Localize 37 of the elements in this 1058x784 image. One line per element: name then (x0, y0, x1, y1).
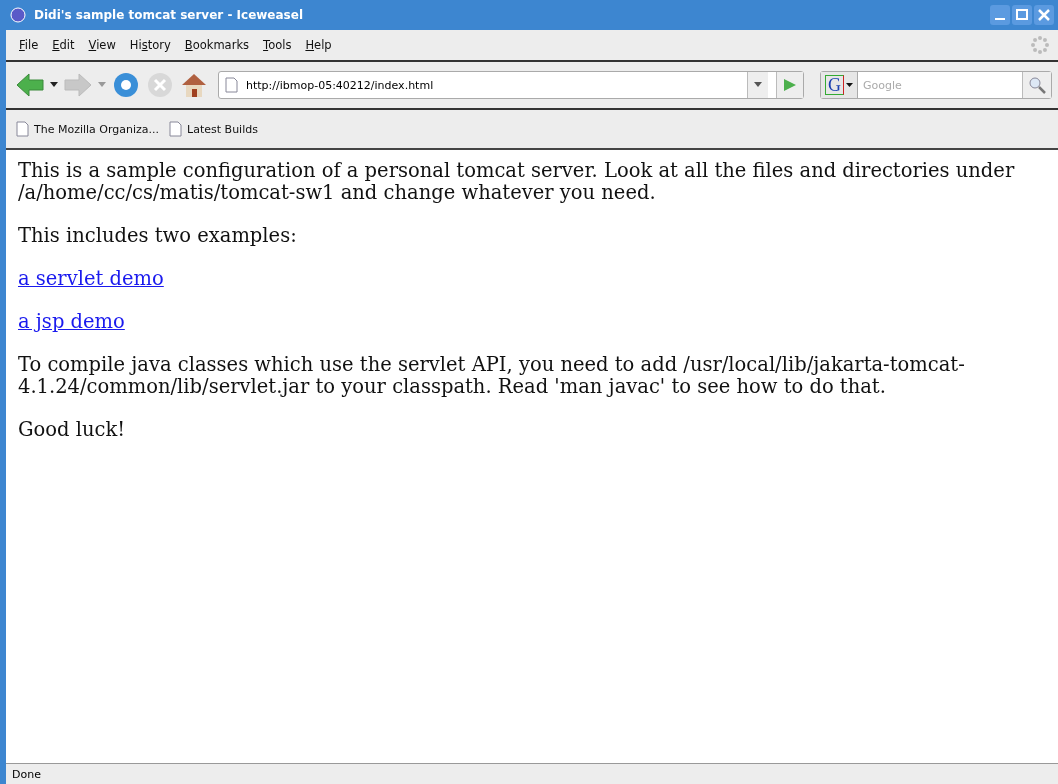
play-icon[interactable] (783, 78, 797, 92)
globe-icon (10, 7, 26, 23)
window-title: Didi's sample tomcat server - Iceweasel (34, 8, 304, 22)
page-icon (169, 121, 183, 137)
maximize-icon[interactable] (1012, 5, 1032, 25)
bookmark-item[interactable]: Latest Builds (187, 122, 258, 136)
throbber-icon (1030, 35, 1050, 55)
paragraph: This is a sample configuration of a personal tomcat server. Look at all the files and directories under /a/home/cc/cs/matis/tomcat-sw1 and change whatever you need. (18, 160, 1016, 204)
minimize-icon[interactable] (990, 5, 1010, 25)
menu-item[interactable]: Bookmarks (179, 36, 255, 54)
paragraph: Good luck! (18, 419, 127, 441)
status-text: Done (12, 767, 41, 781)
search-field[interactable]: G Google (820, 71, 1052, 99)
link[interactable]: a jsp demo (18, 310, 125, 333)
menu-item[interactable]: Help (300, 36, 337, 54)
paragraph: To compile java classes which use the servlet API, you need to add /usr/local/lib/jakarta-tomcat-4.1.24/common/lib/servlet.jar to your classpath. Read 'man javac' to see how to do that. (18, 354, 966, 398)
menu-item[interactable]: Tools (258, 36, 297, 54)
menu-item[interactable]: Edit (47, 36, 80, 54)
search-icon[interactable] (1028, 76, 1046, 94)
page-icon (225, 77, 238, 93)
back-arrow-icon[interactable] (16, 73, 44, 97)
dropdown-icon[interactable] (50, 82, 58, 88)
close-icon[interactable] (1034, 5, 1054, 25)
home-icon[interactable] (180, 71, 208, 99)
paragraph: This includes two examples: (18, 225, 298, 247)
link[interactable]: a servlet demo (18, 267, 164, 290)
reload-icon[interactable] (112, 71, 140, 99)
menu-item[interactable]: File (14, 36, 44, 54)
page-icon (16, 121, 29, 137)
address-bar[interactable]: http://ibmop-05:40212/index.html (218, 71, 804, 99)
search-engine-button[interactable]: G (821, 72, 858, 98)
bookmark-item[interactable]: The Mozilla Organiza... (34, 122, 160, 136)
caret-icon[interactable] (846, 82, 853, 88)
menu-item[interactable]: History (124, 36, 176, 54)
menu-item[interactable]: View (83, 36, 121, 54)
url-text: http://ibmop-05:40212/index.html (246, 78, 435, 92)
caret-icon[interactable] (754, 82, 762, 88)
